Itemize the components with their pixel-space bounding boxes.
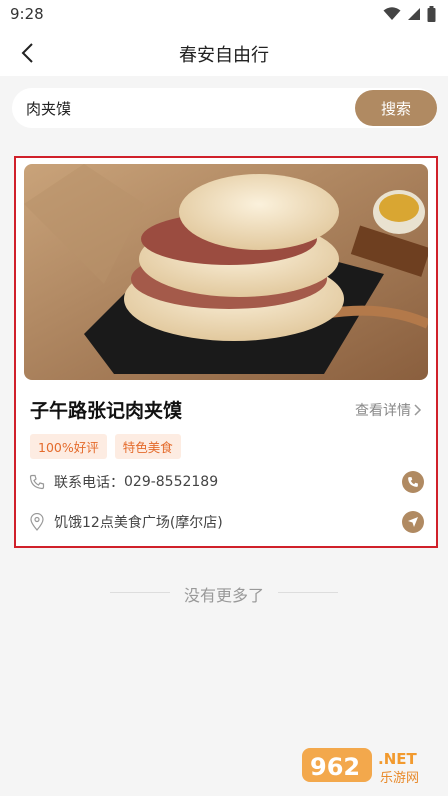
nav-bar: 春安自由行 [0, 30, 448, 76]
address-row: 饥饿12点美食广场(摩尔店) [28, 511, 424, 533]
phone-number: 029-8552189 [124, 474, 219, 490]
view-details-link[interactable]: 查看详情 [355, 400, 422, 420]
phone-row: 联系电话： 029-8552189 [28, 471, 424, 493]
navigation-arrow-icon [408, 517, 418, 527]
phone-icon [408, 477, 418, 487]
location-pin-icon [28, 513, 46, 531]
search-bar: 搜索 [12, 88, 437, 128]
wifi-icon [383, 7, 401, 20]
page-title: 春安自由行 [179, 45, 269, 66]
tag-list: 100%好评 特色美食 [30, 434, 181, 459]
rating-tag: 100%好评 [30, 434, 107, 459]
result-card[interactable]: 子午路张记肉夹馍 查看详情 100%好评 特色美食 联系电话： 029-8552… [14, 156, 438, 548]
call-button[interactable] [402, 471, 424, 493]
list-end-indicator: 没有更多了 [110, 582, 338, 605]
site-watermark-logo: 962 .NET 乐游网 [300, 744, 440, 788]
signal-icon [408, 8, 420, 20]
svg-text:乐游网: 乐游网 [380, 771, 419, 786]
phone-label: 联系电话： [54, 475, 124, 491]
category-tag: 特色美食 [114, 434, 181, 459]
search-button[interactable]: 搜索 [355, 90, 437, 126]
view-details-label: 查看详情 [355, 403, 411, 419]
svg-text:.NET: .NET [378, 750, 417, 768]
battery-icon [427, 6, 436, 22]
no-more-text: 没有更多了 [183, 586, 264, 605]
search-input[interactable] [26, 88, 346, 128]
status-icons [383, 6, 436, 22]
address-text: 饥饿12点美食广场(摩尔店) [54, 515, 223, 531]
chevron-right-icon [414, 404, 422, 416]
svg-text:962: 962 [310, 753, 360, 781]
phone-outline-icon [28, 473, 46, 491]
status-time: 9:28 [10, 5, 44, 23]
status-bar: 9:28 [0, 0, 448, 30]
shop-name: 子午路张记肉夹馍 [30, 400, 183, 422]
navigate-button[interactable] [402, 511, 424, 533]
food-photo [24, 164, 428, 380]
